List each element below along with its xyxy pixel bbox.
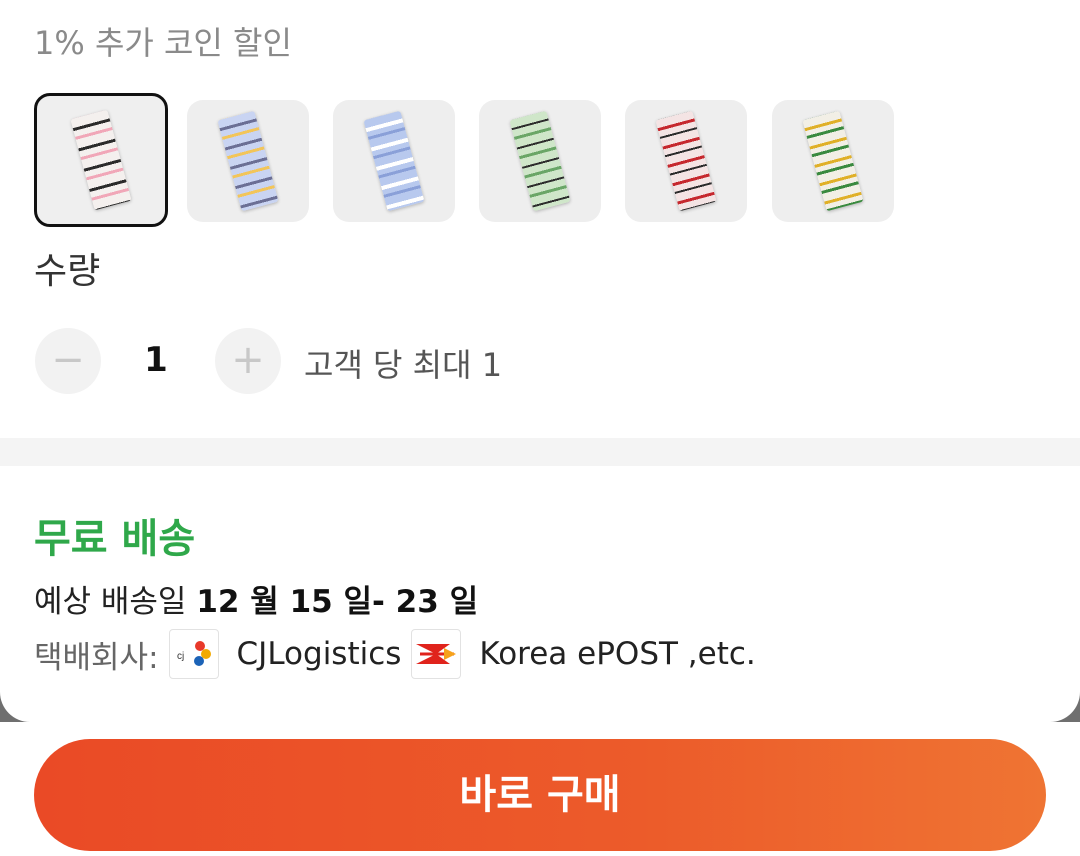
korea-epost-logo-icon: [411, 629, 462, 679]
sticker-sheet-image: [363, 110, 425, 212]
delivery-estimate: 예상 배송일 12 월 15 일- 23 일: [34, 576, 478, 621]
cj-logistics-logo-icon: cj: [168, 629, 219, 679]
sticker-sheet-image: [70, 109, 132, 211]
variant-thumbnail-4[interactable]: [479, 100, 601, 222]
sticker-sheet-image: [217, 110, 279, 212]
variant-thumbnail-5[interactable]: [625, 100, 747, 222]
plus-icon: +: [231, 337, 265, 383]
carrier-korea-epost: Korea ePOST ,etc.: [479, 636, 756, 672]
section-divider: [0, 438, 1080, 466]
carriers-label: 택배회사:: [34, 639, 159, 676]
quantity-increase-button[interactable]: +: [215, 328, 281, 394]
sticker-sheet-image: [802, 110, 864, 212]
coin-discount-text: 1% 추가 코인 할인: [34, 24, 292, 62]
delivery-estimate-label: 예상 배송일: [34, 584, 187, 620]
variant-thumbnail-1[interactable]: [34, 93, 168, 227]
delivery-estimate-dates: 12 월 15 일- 23 일: [196, 584, 479, 620]
variant-thumbnail-3[interactable]: [333, 100, 455, 222]
product-options-sheet: 1% 추가 코인 할인 수량 − 1 + 고객 당 최대 1 무료 배송 예상 …: [0, 0, 1080, 722]
sticker-sheet-image: [509, 110, 571, 212]
variant-thumbnail-2[interactable]: [187, 100, 309, 222]
variant-thumbnail-6[interactable]: [772, 100, 894, 222]
buy-now-button[interactable]: 바로 구매: [34, 739, 1046, 851]
carriers-row: 택배회사: cj CJLogistics Korea ePOST ,etc.: [34, 628, 756, 680]
svg-text:cj: cj: [177, 651, 184, 662]
quantity-decrease-button[interactable]: −: [35, 328, 101, 394]
minus-icon: −: [51, 337, 85, 383]
free-shipping-title: 무료 배송: [34, 516, 196, 562]
quantity-limit-text: 고객 당 최대 1: [304, 346, 503, 384]
quantity-value: 1: [144, 340, 168, 380]
carrier-cj-logistics: CJLogistics: [236, 636, 402, 672]
quantity-label: 수량: [34, 251, 101, 292]
sticker-sheet-image: [655, 110, 717, 212]
